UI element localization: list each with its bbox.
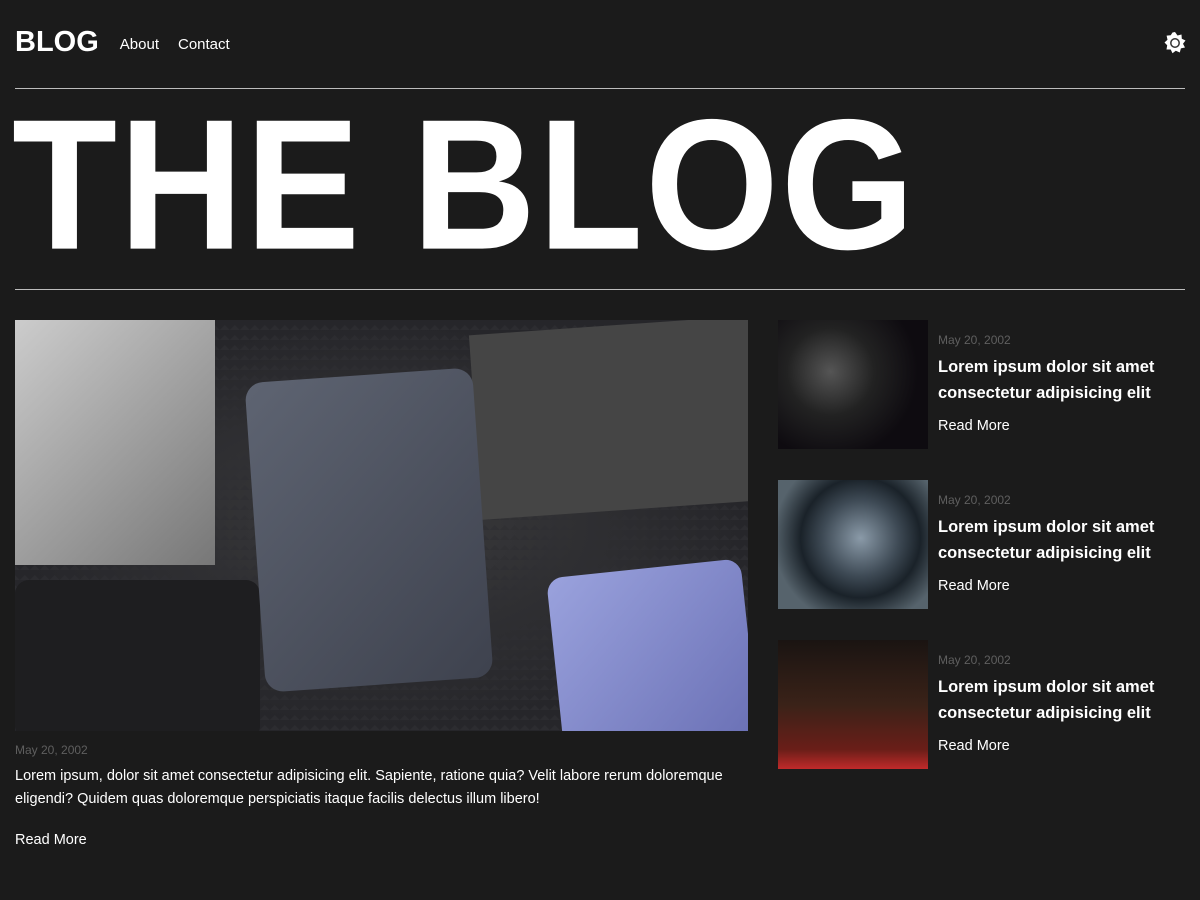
post-date: May 20, 2002 xyxy=(938,493,1011,507)
read-more-link[interactable]: Read More xyxy=(938,738,1010,754)
post-date: May 20, 2002 xyxy=(938,333,1011,347)
logo[interactable]: BLOG xyxy=(15,26,99,59)
post-title[interactable]: Lorem ipsum dolor sit amet consectetur a… xyxy=(938,514,1188,566)
post-title[interactable]: Lorem ipsum dolor sit amet consectetur a… xyxy=(938,674,1188,726)
read-more-link[interactable]: Read More xyxy=(938,418,1010,434)
post-date: May 20, 2002 xyxy=(938,653,1011,667)
nav-link-contact[interactable]: Contact xyxy=(178,36,230,53)
nav-link-about[interactable]: About xyxy=(120,36,159,53)
featured-read-more-link[interactable]: Read More xyxy=(15,832,87,848)
read-more-link[interactable]: Read More xyxy=(938,578,1010,594)
post-title[interactable]: Lorem ipsum dolor sit amet consectetur a… xyxy=(938,354,1188,406)
featured-image[interactable] xyxy=(15,320,748,731)
top-nav: BLOG About Contact xyxy=(15,26,249,59)
post-card: May 20, 2002 Lorem ipsum dolor sit amet … xyxy=(778,320,1188,450)
post-card: May 20, 2002 Lorem ipsum dolor sit amet … xyxy=(778,480,1188,610)
divider xyxy=(15,289,1185,290)
sun-icon[interactable] xyxy=(1163,31,1187,55)
featured-date: May 20, 2002 xyxy=(15,743,88,757)
post-card: May 20, 2002 Lorem ipsum dolor sit amet … xyxy=(778,640,1188,770)
page-title: THE BLOG xyxy=(12,81,917,289)
post-thumbnail-lens[interactable] xyxy=(778,480,928,609)
post-thumbnail-city[interactable] xyxy=(778,640,928,769)
post-thumbnail-camera[interactable] xyxy=(778,320,928,449)
featured-excerpt: Lorem ipsum, dolor sit amet consectetur … xyxy=(15,768,723,807)
